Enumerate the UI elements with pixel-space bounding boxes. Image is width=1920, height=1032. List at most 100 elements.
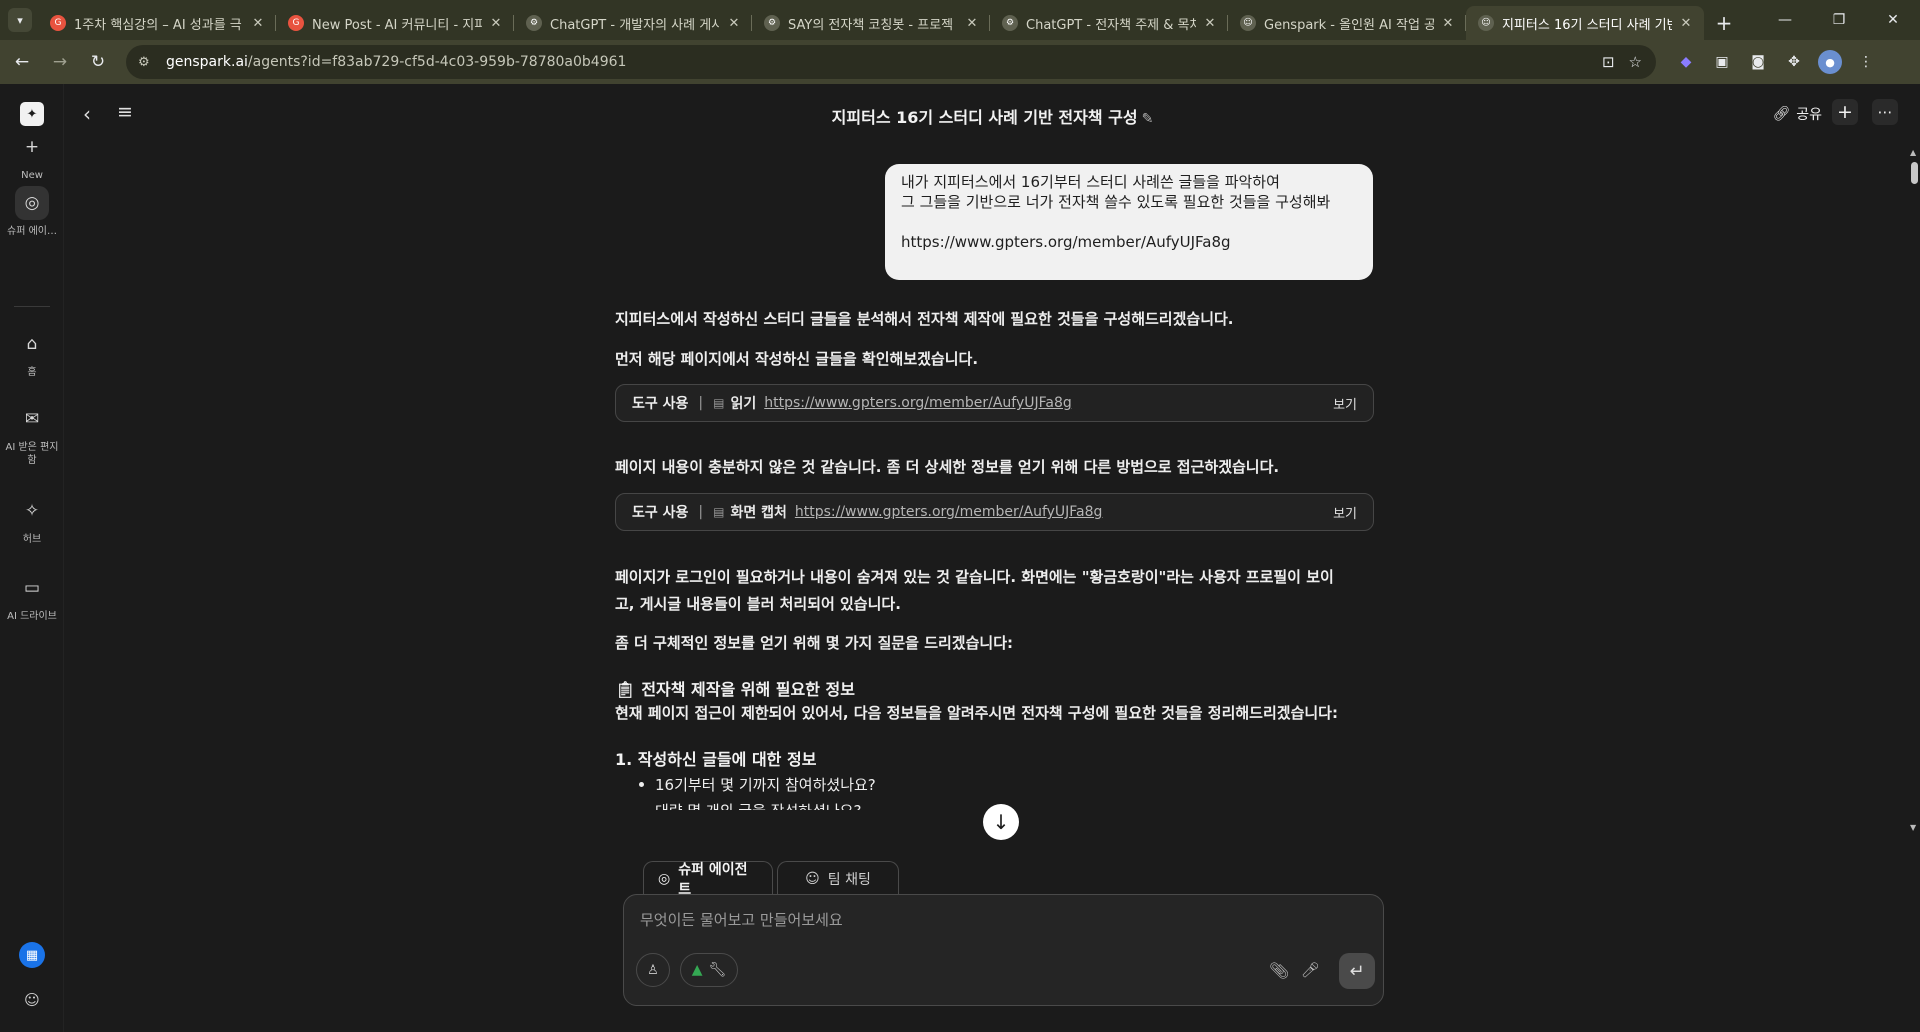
bookmark-star-icon[interactable]: ☆ [1629, 53, 1642, 71]
sidebar-item-hub[interactable]: ✧ 허브 [0, 494, 64, 546]
browser-tab-title: Genspark - 올인원 AI 작업 공 [1264, 17, 1434, 33]
browser-tab-title: ChatGPT - 개발자의 사례 게시 [550, 17, 720, 33]
sidebar-divider [14, 306, 50, 307]
browser-tab[interactable]: G New Post - AI 커뮤니티 - 지피 ✕ [276, 6, 514, 40]
tool-url-link[interactable]: https://www.gpters.org/member/AufyUJFa8g [764, 395, 1072, 411]
sidebar-item-label: 홈 [27, 367, 37, 378]
browser-tab-bar: ▾ G 1주차 핵심강의 – AI 성과를 극 ✕ G New Post - AI 커뮤… [0, 0, 1920, 40]
gift-icon[interactable]: ▦ [19, 942, 45, 968]
mode-tabs: ◎ 슈퍼 에이전트 ☺ 팀 채팅 [643, 861, 899, 898]
back-icon[interactable]: ← [6, 46, 38, 78]
new-tab-button[interactable]: + [1710, 9, 1738, 37]
tab-team-chat[interactable]: ☺ 팀 채팅 [777, 861, 899, 895]
user-message-line: 그 그들을 기반으로 너가 전자책 쓸수 있도록 필요한 것들을 구성해봐 [901, 193, 1331, 211]
wrench-icon: 🔧︎ [708, 962, 727, 978]
user-message-link[interactable]: https://www.gpters.org/member/AufyUJFa8g [901, 232, 1357, 252]
message-input[interactable]: 무엇이든 물어보고 만들어보세요 [640, 909, 843, 930]
tab-search-button[interactable]: ▾ [8, 8, 32, 32]
browser-tab[interactable]: ⚙ ChatGPT - 전자책 주제 & 목차 ✕ [990, 6, 1228, 40]
tool-url-link[interactable]: https://www.gpters.org/member/AufyUJFa8g [795, 504, 1103, 520]
assistant-paragraph: 페이지 내용이 충분하지 않은 것 같습니다. 좀 더 상세한 정보를 얻기 위… [615, 458, 1280, 476]
url-text[interactable]: genspark.ai/agents?id=f83ab729-cf5d-4c03… [166, 54, 626, 70]
browser-tab[interactable]: ☺ 지피터스 16기 스터디 사례 기반 ✕ [1466, 6, 1704, 40]
scroll-up-icon[interactable]: ▲ [1910, 148, 1916, 157]
genspark-icon: ☺ [1478, 15, 1494, 31]
sidebar-item-new[interactable]: + New [0, 130, 64, 182]
section-heading: 1. 작성하신 글들에 대한 정보 [615, 750, 817, 769]
agent-icon: ◎ [15, 186, 49, 220]
persona-button[interactable]: ♙ [636, 953, 670, 987]
profile-avatar[interactable]: ● [1818, 50, 1842, 74]
browser-tab[interactable]: G 1주차 핵심강의 – AI 성과를 극 ✕ [38, 6, 276, 40]
extension-icon[interactable]: ▣ [1710, 50, 1734, 74]
gpters-icon: G [50, 15, 66, 31]
assistant-paragraph: 고, 게시글 내용들이 블러 처리되어 있습니다. [615, 595, 901, 613]
google-drive-icon: ▲ [691, 962, 703, 978]
genspark-app: ✦ + New ◎ 슈퍼 에이… ⌂ 홈 ✉ AI 받은 편지함 ✧ 허브 ▭ … [0, 84, 1920, 1032]
close-tab-icon[interactable]: ✕ [250, 16, 266, 31]
view-button[interactable]: 보기 [1333, 394, 1357, 413]
chatgpt-icon: ⚙ [1002, 15, 1018, 31]
address-bar[interactable]: ⚙ genspark.ai/agents?id=f83ab729-cf5d-4c… [126, 45, 1656, 79]
site-info-icon[interactable]: ⚙ [138, 55, 158, 70]
close-tab-icon[interactable]: ✕ [964, 16, 980, 31]
user-account-icon[interactable]: ☺ [20, 988, 44, 1012]
new-chat-plus-button[interactable]: + [1832, 99, 1858, 125]
scrollbar[interactable]: ▲ ▼ [1909, 146, 1920, 832]
scrollbar-thumb[interactable] [1911, 162, 1918, 184]
genspark-logo-icon[interactable]: ✦ [20, 102, 44, 126]
tool-use-card[interactable]: 도구 사용 | ▤ 화면 캡처 https://www.gpters.org/m… [615, 493, 1374, 531]
browser-tab[interactable]: ⚙ ChatGPT - 개발자의 사례 게시 ✕ [514, 6, 752, 40]
tools-button[interactable]: ▲ 🔧︎ [680, 953, 738, 987]
browser-tab[interactable]: ☺ Genspark - 올인원 AI 작업 공 ✕ [1228, 6, 1466, 40]
scroll-down-icon[interactable]: ▼ [1910, 823, 1916, 832]
chat-header: ‹ ≡ 지피터스 16기 스터디 사례 기반 전자책 구성 ✎ 🔗︎ 공유 + ⋯ [65, 84, 1920, 144]
sidebar-item-label: 슈퍼 에이… [7, 226, 57, 237]
close-tab-icon[interactable]: ✕ [488, 16, 504, 31]
section-heading: 📋︎ 전자책 제작을 위해 필요한 정보 [615, 680, 855, 699]
gpters-icon: G [288, 15, 304, 31]
send-button[interactable]: ↵ [1339, 953, 1375, 989]
hub-icon: ✧ [24, 501, 40, 521]
puzzle-icon[interactable]: ✥ [1782, 50, 1806, 74]
close-tab-icon[interactable]: ✕ [1440, 16, 1456, 31]
sidebar-item-super-agent[interactable]: ◎ 슈퍼 에이… [0, 186, 64, 238]
microphone-icon[interactable]: 🎤︎ [1301, 961, 1320, 979]
list-item: 16기부터 몇 기까지 참여하셨나요? [639, 776, 876, 794]
tool-use-card[interactable]: 도구 사용 | ▤ 읽기 https://www.gpters.org/memb… [615, 384, 1374, 422]
link-icon: 🔗︎ [1772, 106, 1791, 122]
attach-icon[interactable]: 📎︎ [1269, 961, 1289, 980]
browser-menu-icon[interactable]: ⋮ [1854, 50, 1878, 74]
more-options-icon[interactable]: ⋯ [1872, 99, 1898, 125]
minimize-icon[interactable]: — [1758, 0, 1812, 40]
tab-super-agent[interactable]: ◎ 슈퍼 에이전트 [643, 861, 773, 898]
reload-icon[interactable]: ↻ [82, 46, 114, 78]
extension-icon[interactable]: ◆ [1674, 50, 1698, 74]
edit-pencil-icon[interactable]: ✎ [1142, 111, 1154, 127]
install-app-icon[interactable]: ⊡ [1602, 53, 1615, 71]
tool-action: 읽기 [730, 396, 757, 412]
restore-icon[interactable]: ❐ [1812, 0, 1866, 40]
tool-use-label: 도구 사용 [632, 505, 689, 521]
browser-tab-title: 지피터스 16기 스터디 사례 기반 [1502, 17, 1672, 33]
share-button[interactable]: 🔗︎ 공유 [1772, 104, 1822, 124]
browser-tab-title: 1주차 핵심강의 – AI 성과를 극 [74, 17, 242, 33]
list-item: 대략 몇 개의 글을 작성하셨나요? [655, 800, 861, 810]
view-button[interactable]: 보기 [1333, 503, 1357, 522]
close-tab-icon[interactable]: ✕ [1202, 16, 1218, 31]
camera-icon[interactable]: ◙ [1746, 50, 1770, 74]
browser-tab[interactable]: ⚙ SAY의 전자책 코칭봇 - 프로젝 ✕ [752, 6, 990, 40]
sidebar-item-label: AI 드라이브 [7, 611, 57, 622]
sidebar-item-ai-drive[interactable]: ▭ AI 드라이브 [0, 571, 64, 623]
close-tab-icon[interactable]: ✕ [1678, 16, 1694, 31]
extensions-area: ◆ ▣ ◙ ✥ ● ⋮ [1674, 50, 1878, 74]
person-icon: ♙ [647, 962, 659, 978]
close-tab-icon[interactable]: ✕ [726, 16, 742, 31]
scroll-to-bottom-button[interactable]: ↓ [983, 804, 1019, 840]
close-window-icon[interactable]: ✕ [1866, 0, 1920, 40]
assistant-message: 지피터스에서 작성하신 스터디 글들을 분석해서 전자책 제작에 필요한 것들을… [615, 306, 1375, 333]
sidebar-item-home[interactable]: ⌂ 홈 [0, 327, 64, 379]
sidebar-item-inbox[interactable]: ✉ AI 받은 편지함 [0, 402, 64, 467]
page-title-text: 지피터스 16기 스터디 사례 기반 전자책 구성 [831, 108, 1138, 127]
forward-icon[interactable]: → [44, 46, 76, 78]
